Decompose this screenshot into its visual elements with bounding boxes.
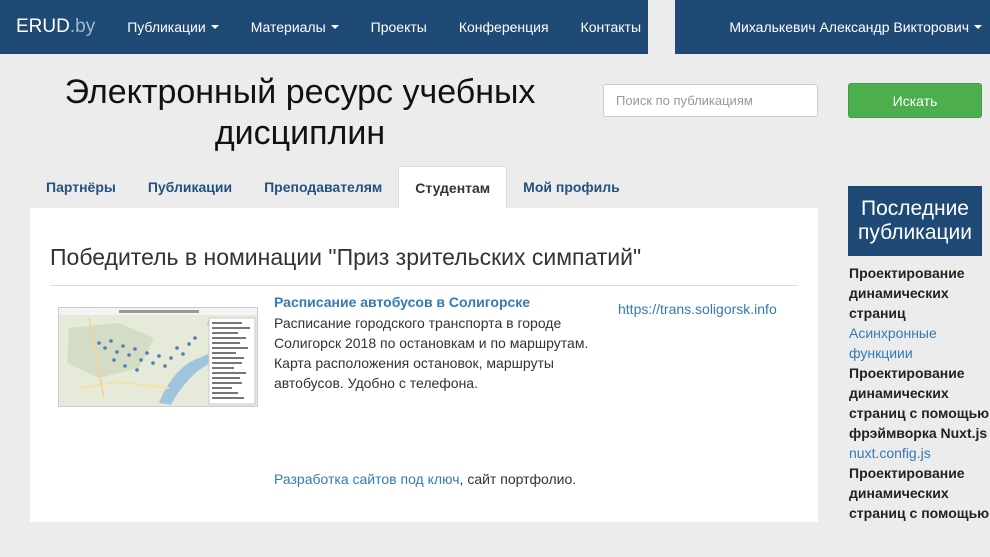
brand-main: ERUD <box>16 16 70 37</box>
user-name: Михалькевич Александр Викторович <box>729 19 969 35</box>
recent-publication-link[interactable]: nuxt.config.js <box>849 445 931 461</box>
portfolio-link[interactable]: Разработка сайтов под ключ <box>274 471 460 487</box>
brand-logo[interactable]: ERUD .by <box>0 0 111 54</box>
divider <box>50 285 798 286</box>
recent-publication-title[interactable]: Проектирование динамических страниц с по… <box>849 465 989 521</box>
section-tabs: Партнёры Публикации Преподавателям Студе… <box>30 166 636 209</box>
nav-label: Контакты <box>580 19 642 35</box>
map-thumbnail-image <box>59 308 257 406</box>
section-title: Победитель в номинации "Приз зрительских… <box>50 244 642 270</box>
brand-suffix: .by <box>69 16 96 37</box>
caret-down-icon <box>330 25 339 29</box>
nav-label: Конференция <box>458 19 549 35</box>
navbar-right: Михалькевич Александр Викторович <box>675 0 990 54</box>
tab-publications[interactable]: Публикации <box>132 166 248 208</box>
nav-item-projects[interactable]: Проекты <box>355 0 443 54</box>
main-panel: Победитель в номинации "Приз зрительских… <box>30 208 818 522</box>
publication-url-link[interactable]: https://trans.soligorsk.info <box>618 301 777 317</box>
tab-students[interactable]: Студентам <box>398 166 508 209</box>
nav-item-publications[interactable]: Публикации <box>111 0 234 54</box>
user-menu[interactable]: Михалькевич Александр Викторович <box>729 19 982 35</box>
publication-description: Расписание городского транспорта в город… <box>274 315 589 391</box>
tab-my-profile[interactable]: Мой профиль <box>507 166 636 208</box>
tab-partners[interactable]: Партнёры <box>30 166 132 208</box>
recent-publication-link[interactable]: Асинхронные функциии <box>849 325 937 361</box>
search-input[interactable] <box>603 84 818 117</box>
nav-label: Материалы <box>250 19 326 35</box>
recent-publication-title[interactable]: Проектирование динамических страниц с по… <box>849 365 989 441</box>
caret-down-icon <box>974 25 982 29</box>
tab-teachers[interactable]: Преподавателям <box>248 166 398 208</box>
nav-item-conference[interactable]: Конференция <box>443 0 565 54</box>
recent-publications-list: Проектирование динамических страниц Асин… <box>849 263 990 523</box>
navbar-left: ERUD .by Публикации Материалы Проекты Кон… <box>0 0 648 54</box>
caret-down-icon <box>210 25 219 29</box>
publication-thumbnail[interactable] <box>58 307 258 407</box>
site-title: Электронный ресурс учебных дисциплин <box>64 73 536 152</box>
publication-title-link[interactable]: Расписание автобусов в Солигорске <box>274 294 530 310</box>
top-navbar: ERUD .by Публикации Материалы Проекты Кон… <box>0 0 990 54</box>
nav-item-contacts[interactable]: Контакты <box>565 0 657 54</box>
recent-publication-title[interactable]: Проектирование динамических страниц <box>849 265 965 321</box>
nav-label: Публикации <box>127 19 206 35</box>
sidebar-title: Последние публикации <box>848 186 982 256</box>
portfolio-text: , сайт портфолио. <box>459 471 577 487</box>
nav-item-materials[interactable]: Материалы <box>235 0 355 54</box>
search-button[interactable]: Искать <box>848 83 982 118</box>
portfolio-line: Разработка сайтов под ключ, сайт портфол… <box>274 471 576 487</box>
nav-label: Проекты <box>370 19 427 35</box>
